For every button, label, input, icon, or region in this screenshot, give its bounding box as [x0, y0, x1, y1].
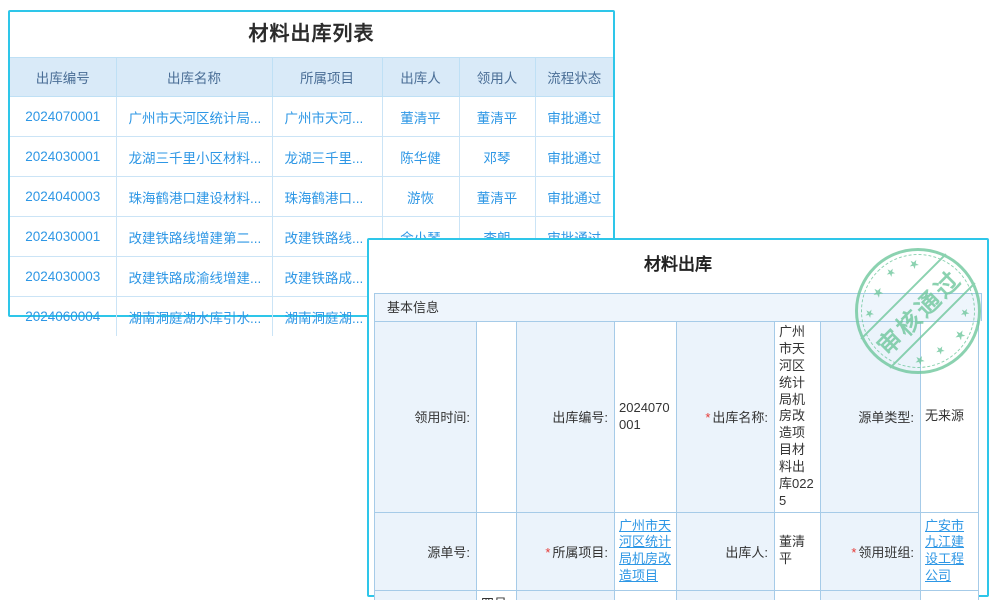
cell-outbound-name: 改建铁路成渝线增建...: [116, 257, 272, 297]
form-row: *库房: 四号仓库 领用人: 董清平: [375, 590, 979, 600]
field-label-warehouse: *库房:: [375, 590, 477, 600]
required-asterisk: *: [851, 545, 856, 560]
cell-issuer: 游恢: [382, 177, 459, 217]
cell-recipient: 董清平: [459, 97, 535, 137]
field-label-team: *领用班组:: [821, 512, 921, 590]
column-header-issuer: 出库人: [382, 58, 459, 97]
team-link[interactable]: 广安市九江建设工程公司: [925, 518, 974, 586]
cell-outbound-name: 龙湖三千里小区材料...: [116, 137, 272, 177]
cell-recipient: 董清平: [459, 177, 535, 217]
form-row: 源单号: *所属项目: 广州市天河区统计局机房改造项目 出库人: 董清平 *领用…: [375, 512, 979, 590]
required-asterisk: *: [545, 545, 550, 560]
table-row[interactable]: 2024040003 珠海鹤港口建设材料... 珠海鹤港口... 游恢 董清平 …: [10, 177, 613, 217]
cell-outbound-no: 2024030001: [10, 137, 116, 177]
cell-outbound-name: 珠海鹤港口建设材料...: [116, 177, 272, 217]
cell-recipient: 邓琴: [459, 137, 535, 177]
status-badge: 审批通过: [535, 97, 613, 137]
detail-title: 材料出库: [369, 253, 987, 277]
cell-outbound-no: 2024040003: [10, 177, 116, 217]
cell-outbound-no: 2024030001: [10, 217, 116, 257]
column-header-outbound-name: 出库名称: [116, 58, 272, 97]
status-badge: 审批通过: [535, 177, 613, 217]
form-row: 领用时间: 出库编号: 2024070001 *出库名称: 广州市天河区统计局机…: [375, 322, 979, 513]
table-row[interactable]: 2024070001 广州市天河区统计局... 广州市天河... 董清平 董清平…: [10, 97, 613, 137]
cell-project: 龙湖三千里...: [272, 137, 382, 177]
field-value-source-type: 无来源: [921, 322, 979, 513]
cell-outbound-name: 广州市天河区统计局...: [116, 97, 272, 137]
cell-outbound-name: 湖南洞庭湖水库引水...: [116, 297, 272, 337]
table-row[interactable]: 2024030001 龙湖三千里小区材料... 龙湖三千里... 陈华健 邓琴 …: [10, 137, 613, 177]
field-label-issuer: 出库人:: [677, 512, 775, 590]
cell-project: 改建铁路成...: [272, 257, 382, 297]
empty-label-cell: [821, 590, 921, 600]
field-value-issuer: 董清平: [775, 512, 821, 590]
column-header-project: 所属项目: [272, 58, 382, 97]
required-asterisk: *: [705, 410, 710, 425]
cell-issuer: 董清平: [382, 97, 459, 137]
cell-issuer: 陈华健: [382, 137, 459, 177]
status-badge: 审批通过: [535, 137, 613, 177]
empty-label-cell: [677, 590, 775, 600]
empty-value-cell: [921, 590, 979, 600]
material-outbound-detail-panel: 材料出库 基本信息 领用时间: 出库编号: 2024070001 *出库名称: …: [367, 238, 989, 597]
cell-outbound-no: 2024070001: [10, 97, 116, 137]
field-value-project: 广州市天河区统计局机房改造项目: [615, 512, 677, 590]
page: 材料出库列表 出库编号 出库名称 所属项目 出库人 领用人 流程状态 20240…: [0, 0, 1000, 600]
cell-project: 改建铁路线...: [272, 217, 382, 257]
table-header-row: 出库编号 出库名称 所属项目 出库人 领用人 流程状态: [10, 58, 613, 97]
field-label-receive-time: 领用时间:: [375, 322, 477, 513]
outbound-detail-form: 领用时间: 出库编号: 2024070001 *出库名称: 广州市天河区统计局机…: [374, 321, 979, 600]
cell-outbound-no: 2024060004: [10, 297, 116, 337]
field-label-outbound-no: 出库编号:: [517, 322, 615, 513]
field-label-source-type: 源单类型:: [821, 322, 921, 513]
column-header-status: 流程状态: [535, 58, 613, 97]
field-value-outbound-no: 2024070001: [615, 322, 677, 513]
project-link[interactable]: 广州市天河区统计局机房改造项目: [619, 518, 672, 586]
cell-project: 广州市天河...: [272, 97, 382, 137]
cell-outbound-name: 改建铁路线增建第二...: [116, 217, 272, 257]
field-value-receive-time[interactable]: [477, 322, 517, 513]
field-value-team: 广安市九江建设工程公司: [921, 512, 979, 590]
field-label-project: *所属项目:: [517, 512, 615, 590]
field-value-outbound-name: 广州市天河区统计局机房改造项目材料出库0225: [775, 322, 821, 513]
cell-outbound-no: 2024030003: [10, 257, 116, 297]
column-header-recipient: 领用人: [459, 58, 535, 97]
list-title: 材料出库列表: [10, 12, 613, 57]
section-header-basic-info: 基本信息: [374, 293, 982, 321]
cell-project: 珠海鹤港口...: [272, 177, 382, 217]
field-label-source-no: 源单号:: [375, 512, 477, 590]
field-label-recipient: 领用人:: [517, 590, 615, 600]
field-label-outbound-name: *出库名称:: [677, 322, 775, 513]
field-value-source-no: [477, 512, 517, 590]
empty-value-cell: [775, 590, 821, 600]
field-value-recipient: 董清平: [615, 590, 677, 600]
cell-project: 湖南洞庭湖...: [272, 297, 382, 337]
field-value-warehouse: 四号仓库: [477, 590, 517, 600]
column-header-outbound-no: 出库编号: [10, 58, 116, 97]
